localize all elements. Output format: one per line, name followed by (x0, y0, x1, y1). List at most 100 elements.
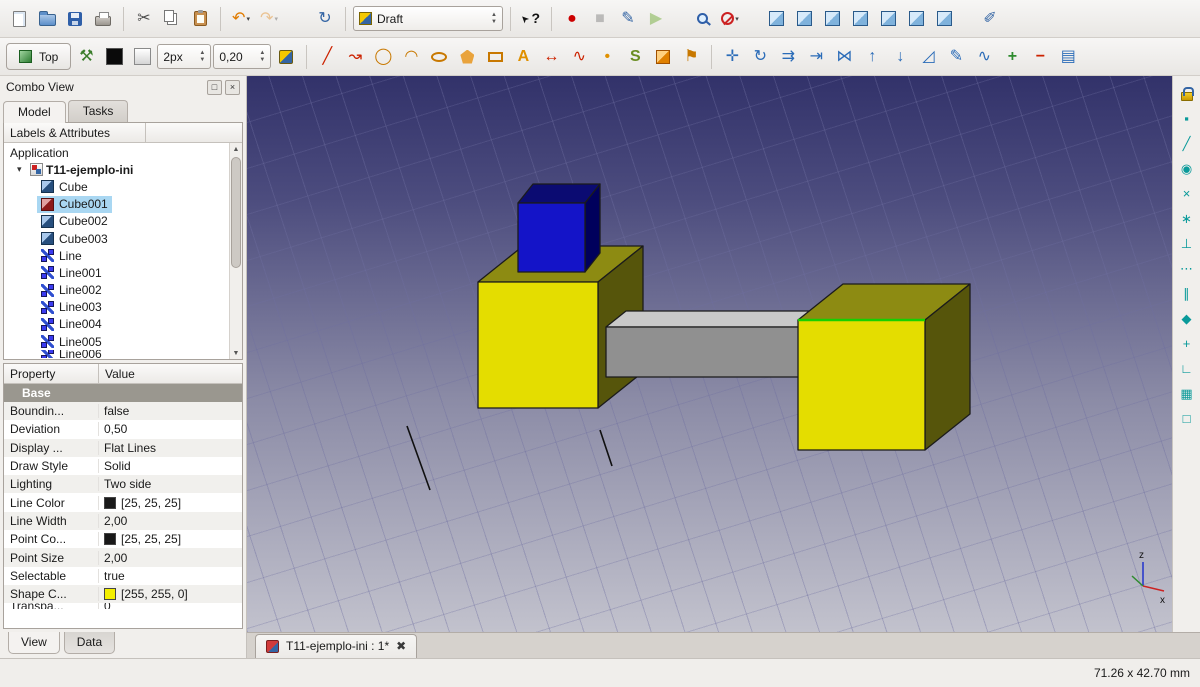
snap-grid-button[interactable]: ▦ (1175, 382, 1199, 405)
draft-label-button[interactable]: ⚑ (678, 44, 704, 70)
whats-this-button[interactable] (518, 6, 544, 32)
macro-play-button[interactable]: ▶ (643, 6, 669, 32)
workbench-selector[interactable]: Draft ▲ ▼ (353, 6, 503, 31)
scale-button[interactable]: ◿ (915, 44, 941, 70)
print-button[interactable] (90, 6, 116, 32)
scrollbar-thumb[interactable] (231, 157, 241, 269)
tree-item[interactable]: Line006 (4, 350, 229, 359)
close-panel-button[interactable]: × (225, 79, 240, 95)
property-row[interactable]: Selectable true (4, 567, 242, 585)
remove-point-button[interactable]: − (1027, 44, 1053, 70)
downgrade-button[interactable]: ↓ (887, 44, 913, 70)
wire-to-bspline-button[interactable]: ∿ (971, 44, 997, 70)
draft-point-button[interactable]: • (594, 44, 620, 70)
tab-data[interactable]: Data (63, 632, 116, 654)
offset-button[interactable]: ⇉ (775, 44, 801, 70)
paste-button[interactable] (187, 6, 213, 32)
tree-item[interactable]: Cube (4, 178, 229, 195)
draft-line-object-1[interactable] (406, 425, 431, 491)
line-color-swatch[interactable] (101, 44, 127, 70)
snap-working-plane-button[interactable]: □ (1175, 407, 1199, 430)
tree-item[interactable]: Line (4, 247, 229, 264)
snap-midpoint-button[interactable]: ╱ (1175, 132, 1199, 155)
draft-line-button[interactable]: ╱ (314, 44, 340, 70)
view-top-button[interactable] (819, 6, 845, 32)
save-button[interactable] (62, 6, 88, 32)
tree-scrollbar[interactable]: ▲ ▼ (229, 143, 242, 359)
macro-stop-button[interactable]: ■ (587, 6, 613, 32)
snap-perpendicular-button[interactable]: ⊥ (1175, 232, 1199, 255)
property-row[interactable]: Deviation 0,50 (4, 420, 242, 438)
value-column-header[interactable]: Value (99, 364, 141, 383)
snap-parallel-button[interactable]: ∥ (1175, 282, 1199, 305)
close-tab-icon[interactable]: ✖ (396, 640, 406, 652)
draft-circle-button[interactable]: ◯ (370, 44, 396, 70)
draft-dimension-button[interactable]: ↔ (538, 44, 564, 70)
right-cube-front-face[interactable] (797, 319, 926, 451)
draw-style-button[interactable]: ▾ (717, 6, 743, 32)
move-button[interactable]: ✛ (719, 44, 745, 70)
snap-angle-button[interactable]: × (1175, 182, 1199, 205)
rotate-button[interactable]: ↻ (747, 44, 773, 70)
tree-item[interactable]: Cube001 (4, 195, 229, 213)
redo-button[interactable]: ↷ ▾ (256, 6, 282, 32)
draft-line-object-2[interactable] (599, 429, 613, 467)
property-group-base[interactable]: Base (4, 384, 242, 402)
snap-special-button[interactable]: ◆ (1175, 307, 1199, 330)
draft-polygon-button[interactable] (454, 44, 480, 70)
tree-item-document[interactable]: ▾ T11-ejemplo-ini (4, 161, 229, 178)
line-width-combo[interactable]: 2px ▲ ▼ (157, 44, 212, 69)
spin-buttons-icon[interactable]: ▲ ▼ (259, 50, 265, 64)
view-bottom-button[interactable] (903, 6, 929, 32)
view-right-button[interactable] (847, 6, 873, 32)
open-document-button[interactable] (34, 6, 60, 32)
document-tab[interactable]: T11-ejemplo-ini : 1* ✖ (255, 634, 418, 658)
tree-item[interactable]: Line004 (4, 316, 229, 333)
tree-item[interactable]: Line001 (4, 264, 229, 281)
draft-rectangle-button[interactable] (482, 44, 508, 70)
property-row[interactable]: Lighting Two side (4, 475, 242, 494)
snap-extension-button[interactable]: ⋯ (1175, 257, 1199, 280)
tab-model[interactable]: Model (3, 101, 66, 123)
property-row[interactable]: Line Color [25, 25, 25] (4, 493, 242, 511)
expander-icon[interactable]: ▾ (17, 164, 27, 175)
property-row[interactable]: Draw Style Solid (4, 457, 242, 475)
scrollbar-track[interactable] (230, 155, 242, 347)
property-row[interactable]: Transpa... 0 (4, 603, 242, 610)
scale-combo[interactable]: 0,20 ▲ ▼ (213, 44, 272, 69)
snap-ortho-button[interactable]: ∟ (1175, 357, 1199, 380)
tree-header[interactable]: Labels & Attributes (4, 123, 242, 143)
tree-item[interactable]: Line003 (4, 299, 229, 316)
tree-item[interactable]: Cube003 (4, 230, 229, 247)
snap-lock-button[interactable] (1175, 82, 1199, 105)
draft-bspline-button[interactable]: ∿ (566, 44, 592, 70)
new-document-button[interactable] (6, 6, 32, 32)
snap-intersection-button[interactable]: ∗ (1175, 207, 1199, 230)
view-isometric-button[interactable] (763, 6, 789, 32)
scroll-up-icon[interactable]: ▲ (230, 143, 242, 155)
draft-wire-button[interactable]: ↝ (342, 44, 368, 70)
macro-edit-button[interactable]: ✎ (615, 6, 641, 32)
property-row[interactable]: Point Size 2,00 (4, 548, 242, 567)
measure-distance-button[interactable]: ✐ (977, 6, 1003, 32)
tab-view[interactable]: View (8, 632, 60, 654)
float-panel-button[interactable]: □ (207, 79, 222, 95)
3d-viewport[interactable]: z x (247, 76, 1172, 632)
cut-button[interactable]: ✂ (131, 6, 157, 32)
spin-buttons-icon[interactable]: ▲ ▼ (199, 50, 205, 64)
scroll-down-icon[interactable]: ▼ (230, 347, 242, 359)
view-left-button[interactable] (931, 6, 957, 32)
property-column-header[interactable]: Property (4, 364, 99, 383)
tree-item[interactable]: Line005 (4, 333, 229, 350)
draft-ellipse-button[interactable] (426, 44, 452, 70)
spin-buttons-icon[interactable]: ▲ ▼ (491, 12, 497, 26)
macro-record-button[interactable]: ● (559, 6, 585, 32)
beam-front-face[interactable] (605, 326, 800, 378)
copy-button[interactable] (159, 6, 185, 32)
upgrade-button[interactable]: ↑ (859, 44, 885, 70)
tree-item[interactable]: Cube002 (4, 213, 229, 230)
draft-arc-button[interactable]: ◠ (398, 44, 424, 70)
trimex-button[interactable]: ⇥ (803, 44, 829, 70)
undo-button[interactable]: ↶ ▾ (228, 6, 254, 32)
snap-endpoint-button[interactable]: ▪ (1175, 107, 1199, 130)
